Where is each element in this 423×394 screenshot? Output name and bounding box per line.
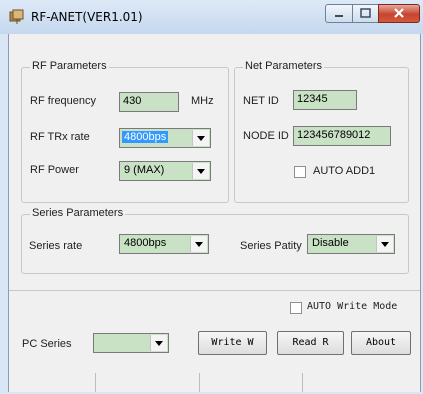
status-separator	[95, 373, 96, 392]
rf-trx-rate-label: RF TRx rate	[30, 131, 90, 143]
status-separator	[302, 373, 303, 392]
series-rate-select[interactable]: 4800bps	[119, 234, 209, 254]
pc-series-label: PC Series	[22, 338, 72, 350]
pc-series-select[interactable]	[93, 333, 169, 353]
section-divider	[9, 290, 420, 291]
rf-frequency-input[interactable]: 430	[119, 92, 179, 112]
minimize-icon	[335, 15, 343, 17]
series-rate-value: 4800bps	[124, 237, 167, 249]
net-parameters-group: Net Parameters NET ID 12345 NODE ID 1234…	[234, 60, 409, 203]
rf-trx-rate-select[interactable]: 4800bps	[119, 128, 211, 148]
net-id-label: NET ID	[243, 95, 279, 107]
maximize-button[interactable]	[352, 4, 379, 23]
rf-trx-rate-value: 4800bps	[122, 131, 169, 143]
series-parity-value: Disable	[312, 237, 349, 249]
series-rate-label: Series rate	[29, 240, 83, 252]
minimize-button[interactable]	[325, 4, 353, 23]
auto-add-label: AUTO ADD1	[313, 165, 376, 177]
node-id-input[interactable]: 123456789012	[293, 126, 391, 146]
series-parameters-title: Series Parameters	[30, 207, 126, 219]
auto-write-mode-checkbox[interactable]	[290, 302, 302, 314]
app-icon	[9, 9, 24, 24]
rf-frequency-unit: MHz	[191, 95, 214, 107]
series-parameters-group: Series Parameters Series rate 4800bps Se…	[21, 207, 409, 274]
close-button[interactable]	[378, 4, 420, 23]
net-parameters-title: Net Parameters	[243, 60, 325, 72]
rf-power-value: 9 (MAX)	[124, 164, 165, 176]
maximize-icon	[360, 8, 371, 18]
rf-power-select[interactable]: 9 (MAX)	[119, 161, 211, 181]
chevron-down-icon[interactable]	[192, 163, 209, 179]
chevron-down-icon[interactable]	[190, 236, 207, 252]
about-button[interactable]: About	[351, 331, 411, 355]
status-bar	[9, 373, 420, 392]
read-button[interactable]: Read R	[277, 331, 344, 355]
write-button[interactable]: Write W	[198, 331, 267, 355]
net-id-input[interactable]: 12345	[293, 90, 357, 110]
auto-add-checkbox[interactable]	[294, 166, 306, 178]
rf-power-label: RF Power	[30, 164, 79, 176]
rf-parameters-title: RF Parameters	[30, 60, 109, 72]
title-bar[interactable]: RF-ANET(VER1.01)	[0, 0, 423, 34]
auto-write-mode-label: AUTO Write Mode	[307, 301, 398, 312]
rf-frequency-label: RF frequency	[30, 95, 97, 107]
series-parity-select[interactable]: Disable	[307, 234, 395, 254]
node-id-label: NODE ID	[243, 130, 289, 142]
series-parity-label: Series Patity	[240, 240, 302, 252]
rf-parameters-group: RF Parameters RF frequency 430 MHz RF TR…	[21, 60, 229, 203]
chevron-down-icon[interactable]	[192, 130, 209, 146]
chevron-down-icon[interactable]	[376, 236, 393, 252]
client-area: RF Parameters RF frequency 430 MHz RF TR…	[8, 34, 421, 392]
app-window: RF-ANET(VER1.01) RF Parameters RF freque…	[0, 0, 423, 394]
window-title: RF-ANET(VER1.01)	[31, 10, 143, 24]
chevron-down-icon[interactable]	[150, 335, 167, 351]
status-separator	[199, 373, 200, 392]
close-icon	[394, 8, 404, 18]
